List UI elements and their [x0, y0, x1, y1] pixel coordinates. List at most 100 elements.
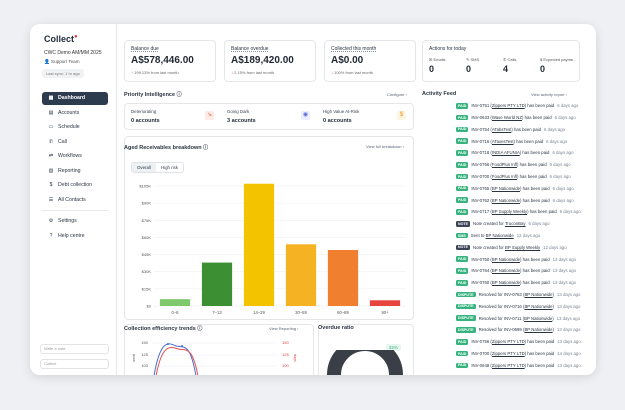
priority-box[interactable]: High Value At-Risk 0 accounts $: [323, 109, 411, 127]
org-name[interactable]: CWC Demo AM/MM 2025: [44, 50, 102, 56]
y-tick-label: $90K: [142, 201, 152, 206]
feed-account-link[interactable]: ATabsTest: [492, 127, 512, 132]
feed-text-suffix: ): [552, 327, 554, 333]
feed-text-suffix: ) has been paid: [524, 103, 555, 109]
feed-text-prefix: INV-0766 (: [471, 162, 492, 168]
feed-text: INV-0754 (ATabsTest) has been paid: [471, 127, 541, 132]
feed-account-link[interactable]: Zippers PTY LTD: [492, 103, 525, 108]
kpi-card-collected[interactable]: Collected this month A$0.00 ↓ 100% from …: [324, 40, 416, 82]
feed-account-link[interactable]: BP Nationwide: [492, 257, 520, 262]
feed-account-link[interactable]: FoodPlus Infl: [492, 174, 517, 179]
bar-1[interactable]: [201, 262, 233, 306]
feed-account-link[interactable]: TruconBay: [505, 221, 526, 226]
feed-time: 6 days ago: [559, 209, 581, 215]
feed-item: PAID INV-0765 (BP Nationwide) has been pa…: [456, 185, 574, 192]
info-icon[interactable]: ⓘ: [177, 92, 182, 98]
info-icon[interactable]: ⓘ: [197, 326, 202, 332]
left-tick-label: 150: [141, 340, 148, 345]
note-input[interactable]: Write a note: [40, 344, 109, 354]
feed-account-link[interactable]: BP Nationwide: [524, 327, 552, 332]
sidebar-item-label: All Contacts: [58, 196, 86, 203]
sidebar-item-0[interactable]: ▦ Dashboard: [42, 92, 108, 105]
action-item[interactable]: ✆ Calls 4: [503, 57, 531, 74]
tab-overall[interactable]: Overall: [132, 163, 156, 172]
x-tick-label: 90+: [381, 310, 389, 315]
actions-title: Actions for today: [429, 46, 467, 52]
feed-account-link[interactable]: FoodPlus Infl: [492, 162, 517, 167]
action-item[interactable]: $ Expected payme... 0: [540, 57, 580, 74]
feed-account-link[interactable]: BP Nationwide: [492, 186, 520, 191]
feed-account-link[interactable]: Zippers PTY LTD: [492, 363, 525, 368]
feed-account-link[interactable]: BP Nationwide: [486, 233, 514, 238]
overdue-ratio-gauge: [327, 350, 403, 375]
feed-time: 6 days ago: [557, 103, 579, 109]
feed-text: INV-0633 (Wave World NZ) has been paid: [471, 115, 551, 120]
feed-account-link[interactable]: BP Supply Weekly: [492, 209, 527, 214]
feed-text-prefix: Resolved for INV-0716 (: [478, 303, 525, 309]
feed-time: 13 days ago: [556, 303, 581, 309]
feed-account-link[interactable]: INDIA AFUNIA: [492, 150, 520, 155]
action-value: 0: [466, 64, 472, 74]
team-name[interactable]: 👤 Support Team: [44, 59, 80, 65]
sidebar-item-1[interactable]: ▤ Accounts: [42, 107, 108, 120]
configure-link[interactable]: Configure ›: [387, 92, 407, 97]
sidebar-bottom-item-0[interactable]: ⚙ Settings: [42, 215, 108, 228]
feed-text-prefix: INV-0716 (: [471, 138, 492, 144]
feed-account-link[interactable]: BP Nationwide: [524, 292, 552, 297]
sidebar-item-4[interactable]: ⇄ Workflows: [42, 150, 108, 163]
view-activity-report-link[interactable]: View activity report ›: [531, 92, 567, 97]
feed-badge: SMS: [456, 232, 468, 239]
collect-input[interactable]: Collect: [40, 359, 109, 369]
feed-account-link[interactable]: BP Nationwide: [492, 198, 520, 203]
sidebar-item-2[interactable]: ▭ Schedule: [42, 121, 108, 134]
bar-3[interactable]: [285, 244, 317, 306]
action-item[interactable]: ✉ Emails 0: [429, 57, 457, 74]
kpi-card-balance-overdue[interactable]: Balance overdue A$189,420.00 ↓ 2.15% fro…: [224, 40, 316, 82]
tab-high-risk[interactable]: High risk: [156, 163, 183, 172]
sms-icon: ✎: [466, 57, 470, 62]
feed-account-link[interactable]: Wave World NZ: [492, 115, 522, 120]
feed-time: 13 days ago: [556, 315, 581, 321]
sidebar-bottom-item-1[interactable]: ? Help centre: [42, 230, 108, 243]
view-reporting-link[interactable]: View Reporting ›: [269, 326, 299, 331]
feed-text-prefix: Resolved for INV-0699 (: [478, 327, 525, 333]
feed-text-prefix: INV-0764 (: [471, 268, 492, 274]
actions-card: Actions for today ✉ Emails 0 ✎ SMS 0 ✆ Calls…: [422, 40, 580, 82]
bar-5[interactable]: [369, 300, 401, 306]
feed-account-link[interactable]: BP Nationwide: [492, 268, 520, 273]
feed-account-link[interactable]: BP Nationwide: [492, 280, 520, 285]
bar-2[interactable]: [243, 183, 275, 306]
kpi-change: ↓ 100% from last month: [331, 70, 374, 75]
mail-icon: ✉: [429, 57, 433, 62]
view-full-breakdown-link[interactable]: View full breakdown ›: [366, 144, 404, 149]
trend-down-icon: ↘: [205, 111, 214, 120]
feed-text-suffix: ) has been paid: [519, 150, 550, 156]
action-item[interactable]: ✎ SMS 0: [466, 57, 494, 74]
feed-account-link[interactable]: BP Supply Weekly: [505, 245, 540, 250]
priority-box[interactable]: Going Dark 3 accounts ◉: [227, 109, 315, 127]
feed-badge: PAID: [456, 150, 469, 156]
sidebar-item-6[interactable]: $ Debt collection: [42, 179, 108, 192]
feed-account-link[interactable]: BP Nationwide: [524, 304, 552, 309]
kpi-card-balance-due[interactable]: Balance due A$578,446.00 ↑ 199.13% from …: [124, 40, 216, 82]
feed-text: INV-0700 (Zippers PTY LTD) has been paid: [471, 351, 554, 356]
feed-badge: DISPUTE: [456, 303, 476, 310]
feed-time: 13 days ago: [557, 362, 581, 368]
bar-0[interactable]: [159, 299, 191, 306]
activity-feed-title: Activity Feed: [422, 91, 457, 97]
feed-account-link[interactable]: BP Nationwide: [524, 316, 552, 321]
sidebar-item-3[interactable]: ✆ Call: [42, 136, 108, 149]
feed-account-link[interactable]: Zippers PTY LTD: [492, 351, 525, 356]
feed-account-link[interactable]: ATaxesTest: [492, 139, 514, 144]
feed-badge: DISPUTE: [456, 291, 476, 298]
right-tick-label: 100: [282, 363, 289, 368]
bar-4[interactable]: [327, 250, 359, 306]
app-logo[interactable]: Collect●: [44, 34, 78, 44]
info-icon[interactable]: ⓘ: [203, 145, 208, 151]
feed-text: INV-0716 (ATaxesTest) has been paid: [471, 139, 543, 144]
feed-badge: PAID: [456, 126, 469, 133]
sidebar-item-5[interactable]: ▥ Reporting: [42, 165, 108, 178]
sidebar-item-7[interactable]: ☰ All Contacts: [42, 194, 108, 207]
priority-box[interactable]: Deteriorating 0 accounts ↘: [131, 109, 219, 127]
feed-account-link[interactable]: Zippers PTY LTD: [492, 339, 525, 344]
